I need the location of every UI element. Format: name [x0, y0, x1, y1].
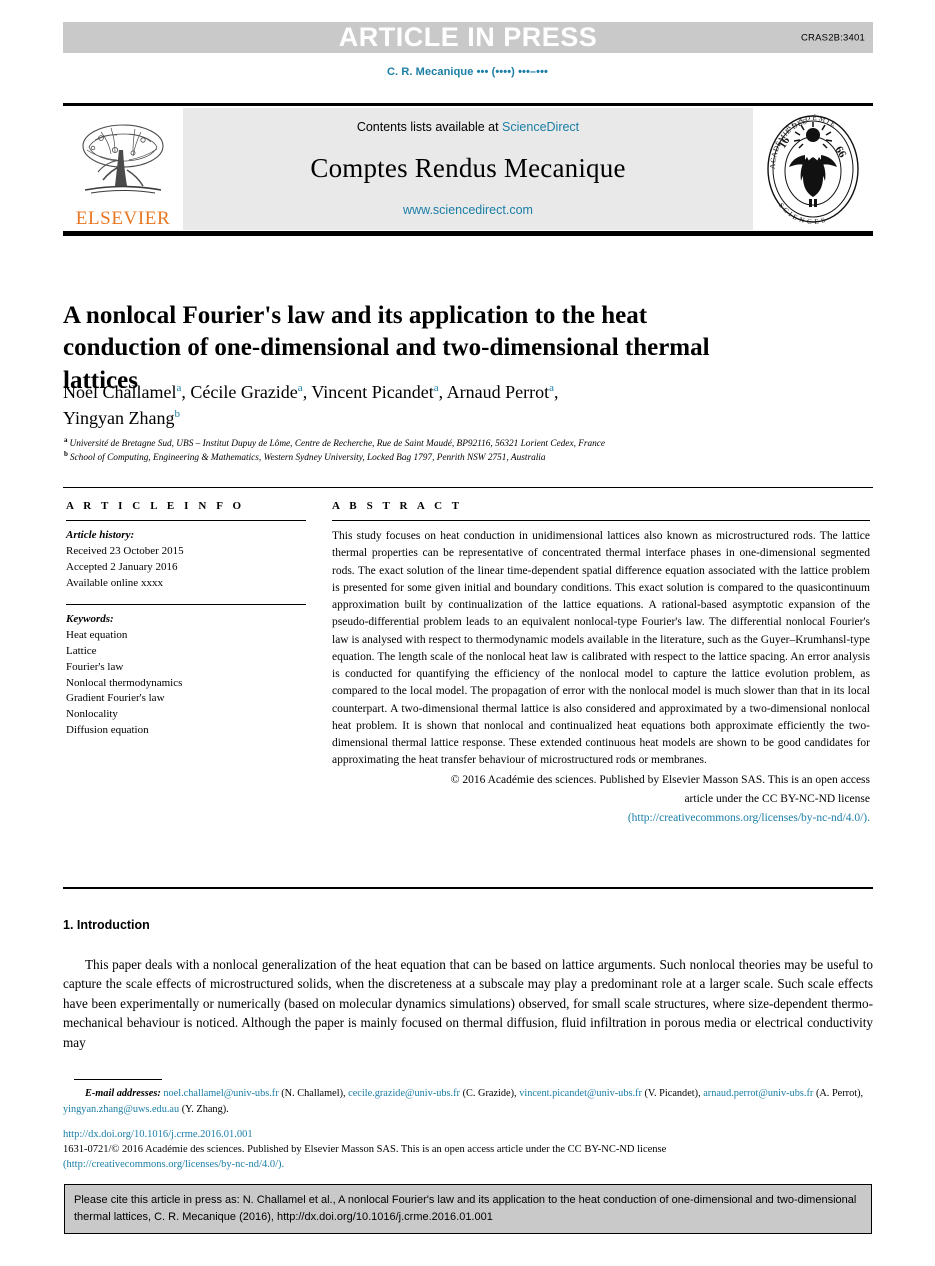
author-separator: ,: [554, 382, 559, 402]
author-list: Noël Challamela, Cécile Grazidea, Vincen…: [63, 380, 793, 431]
abstract-license-link-wrap: (http://creativecommons.org/licenses/by-…: [332, 810, 870, 827]
section-heading-introduction: 1. Introduction: [63, 918, 150, 932]
journal-title: Comptes Rendus Mecanique: [310, 153, 626, 183]
affiliation-mark: b: [64, 450, 68, 459]
keyword-item: Heat equation: [66, 628, 128, 641]
abstract-column: A B S T R A C T This study focuses on he…: [332, 500, 870, 827]
author-separator: ,: [438, 382, 447, 402]
manuscript-code: CRAS2B:3401: [801, 32, 865, 43]
author-entry: Cécile Grazidea,: [190, 382, 311, 402]
author-entry: Arnaud Perrota,: [447, 382, 559, 402]
email-sep: .: [226, 1103, 229, 1115]
history-accepted: Accepted 2 January 2016: [66, 560, 178, 573]
email-addresses-label: E-mail addresses:: [85, 1088, 161, 1099]
history-available-online: Available online xxxx: [66, 576, 163, 589]
author-separator: ,: [181, 382, 191, 402]
email-link[interactable]: yingyan.zhang@uws.edu.au: [63, 1104, 179, 1115]
elsevier-logo: ELSEVIER: [63, 108, 183, 230]
author-name: Arnaud Perrot: [446, 382, 550, 402]
keyword-item: Lattice: [66, 644, 97, 657]
keyword-item: Gradient Fourier's law: [66, 692, 165, 705]
email-person: (Y. Zhang): [181, 1103, 227, 1115]
footnote-rule: [74, 1079, 162, 1080]
author-entry: Noël Challamela,: [63, 382, 190, 402]
author-entry: Vincent Picandeta,: [311, 382, 446, 402]
keyword-item: Diffusion equation: [66, 724, 149, 737]
running-head: C. R. Mecanique ••• (••••) •••–•••: [386, 66, 549, 78]
abstract-heading: A B S T R A C T: [332, 500, 463, 512]
academy-seal-logo: 16 66 ACADÉMIE DES ACADÉMIE SCIENCES: [753, 108, 873, 230]
keyword-item: Nonlocality: [66, 708, 118, 721]
author-name: Cécile Grazide: [190, 382, 298, 402]
affiliation-item: b School of Computing, Engineering & Math…: [64, 451, 864, 465]
academie-des-sciences-seal-icon: 16 66 ACADÉMIE DES ACADÉMIE SCIENCES: [767, 114, 859, 225]
email-link[interactable]: cecile.grazide@univ-ubs.fr: [348, 1088, 460, 1099]
email-person: (V. Picandet): [644, 1088, 699, 1099]
abstract-copyright-line-2: article under the CC BY-NC-ND license: [684, 792, 870, 805]
contents-available-line: Contents lists available at ScienceDirec…: [357, 120, 579, 134]
email-link[interactable]: vincent.picandet@univ-ubs.fr: [519, 1088, 642, 1099]
elsevier-tree-icon: [82, 124, 164, 194]
email-person: (A. Perrot): [815, 1088, 861, 1099]
creative-commons-license-link[interactable]: (http://creativecommons.org/licenses/by-…: [628, 812, 870, 824]
info-rule-top: [63, 487, 873, 488]
journal-masthead: ELSEVIER Contents lists available at Sci…: [63, 108, 873, 230]
citation-notice-box: Please cite this article in press as: N.…: [64, 1184, 872, 1235]
info-divider-top: [66, 520, 306, 521]
svg-text:66: 66: [832, 144, 848, 160]
footer-license-link[interactable]: (http://creativecommons.org/licenses/by-…: [63, 1159, 284, 1170]
masthead-rule-bottom: [63, 231, 873, 236]
affiliation-text: Université de Bretagne Sud, UBS – Instit…: [69, 439, 606, 449]
keyword-item: Fourier's law: [66, 660, 124, 673]
author-name: Noël Challamel: [63, 382, 177, 402]
info-rule-bottom: [63, 887, 873, 889]
info-divider-bottom: [66, 603, 306, 605]
email-sep: ,: [860, 1088, 864, 1099]
introduction-paragraph: This paper deals with a nonlocal general…: [63, 957, 873, 1050]
article-info-column: A R T I C L E I N F O Article history: R…: [66, 500, 306, 739]
abstract-copyright-line-1: © 2016 Académie des sciences. Published …: [450, 773, 870, 786]
author-name: Yingyan Zhang: [63, 407, 175, 428]
article-in-press-banner: ARTICLE IN PRESS CRAS2B:3401: [63, 22, 873, 53]
doi-link[interactable]: http://dx.doi.org/10.1016/j.crme.2016.01…: [63, 1129, 253, 1140]
keyword-item: Nonlocal thermodynamics: [66, 676, 183, 689]
article-history-label: Article history:: [66, 529, 135, 541]
affiliation-mark: a: [64, 435, 68, 444]
abstract-divider: [332, 520, 870, 521]
affiliation-text: School of Computing, Engineering & Mathe…: [69, 453, 546, 464]
article-info-heading: A R T I C L E I N F O: [66, 500, 245, 512]
email-person: (N. Challamel): [281, 1088, 343, 1099]
issn-copyright-line: 1631-0721/© 2016 Académie des sciences. …: [63, 1143, 873, 1173]
abstract-body: This study focuses on heat conduction in…: [332, 530, 870, 767]
elsevier-wordmark: ELSEVIER: [75, 208, 171, 229]
email-link[interactable]: noel.challamel@univ-ubs.fr: [163, 1088, 278, 1099]
email-addresses-footnote: E-mail addresses: noel.challamel@univ-ub…: [63, 1086, 873, 1117]
affiliation-item: a Université de Bretagne Sud, UBS – Insti…: [64, 435, 864, 451]
author-affiliation-mark: b: [174, 407, 180, 420]
copyright-text: 1631-0721/© 2016 Académie des sciences. …: [63, 1144, 667, 1155]
affiliation-list: a Université de Bretagne Sud, UBS – Insti…: [64, 435, 864, 466]
author-name: Vincent Picandet: [311, 382, 434, 402]
keywords-label: Keywords:: [66, 612, 114, 625]
svg-text:SCIENCES: SCIENCES: [777, 201, 828, 225]
contents-prefix: Contents lists available at: [356, 120, 503, 134]
article-in-press-label: ARTICLE IN PRESS: [338, 22, 598, 52]
email-person: (C. Grazide): [462, 1088, 515, 1099]
history-received: Received 23 October 2015: [66, 544, 184, 557]
journal-website-link[interactable]: www.sciencedirect.com: [403, 203, 533, 217]
author-entry: Yingyan Zhangb: [63, 408, 180, 428]
masthead-rule-top: [63, 103, 873, 106]
citation-notice-text: Please cite this article in press as: N.…: [74, 1194, 857, 1223]
journal-info-panel: Contents lists available at ScienceDirec…: [183, 108, 753, 230]
email-link[interactable]: arnaud.perrot@univ-ubs.fr: [703, 1088, 813, 1099]
article-first-page: ARTICLE IN PRESS CRAS2B:3401 C. R. Mecan…: [0, 0, 935, 1266]
sciencedirect-link[interactable]: ScienceDirect: [502, 120, 579, 134]
